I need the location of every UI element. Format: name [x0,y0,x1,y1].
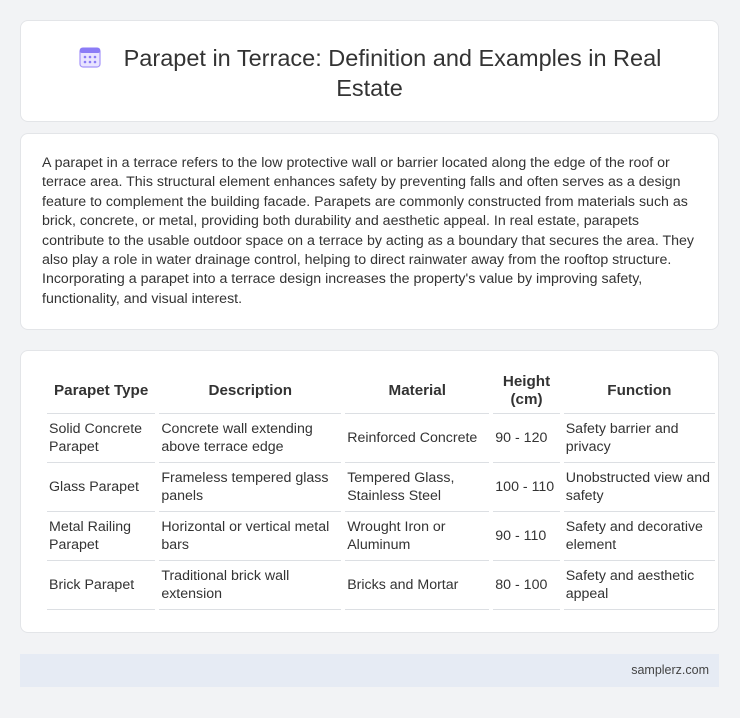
cell-parapet-type: Brick Parapet [47,561,156,610]
cell-description: Frameless tempered glass panels [159,463,342,512]
header-height: Height (cm) [493,368,560,414]
header-description: Description [159,368,342,414]
cell-description: Concrete wall extending above terrace ed… [159,414,342,463]
header-parapet-type: Parapet Type [47,368,156,414]
cell-height: 100 - 110 [493,463,560,512]
cell-parapet-type: Glass Parapet [47,463,156,512]
cell-function: Safety and aesthetic appeal [563,561,715,610]
parapet-table: Parapet Type Description Material Height… [43,368,719,610]
header-material: Material [345,368,490,414]
footer-site-link[interactable]: samplerz.com [631,663,709,677]
title-card: Parapet in Terrace: Definition and Examp… [20,20,719,122]
page-title: Parapet in Terrace: Definition and Examp… [123,45,662,101]
cell-function: Unobstructed view and safety [563,463,715,512]
table-row: Solid Concrete Parapet Concrete wall ext… [47,414,715,463]
cell-material: Wrought Iron or Aluminum [345,512,490,561]
cell-height: 90 - 110 [493,512,560,561]
table-row: Glass Parapet Frameless tempered glass p… [47,463,715,512]
header-function: Function [563,368,715,414]
table-header-row: Parapet Type Description Material Height… [47,368,715,414]
calendar-icon [79,47,101,68]
cell-function: Safety and decorative element [563,512,715,561]
cell-description: Traditional brick wall extension [159,561,342,610]
description-card: A parapet in a terrace refers to the low… [20,133,719,330]
description-text: A parapet in a terrace refers to the low… [42,155,694,307]
cell-height: 80 - 100 [493,561,560,610]
cell-material: Tempered Glass, Stainless Steel [345,463,490,512]
page-title-wrap: Parapet in Terrace: Definition and Examp… [21,43,718,103]
footer-bar: samplerz.com [20,654,719,687]
table-card: Parapet Type Description Material Height… [20,350,719,633]
cell-material: Reinforced Concrete [345,414,490,463]
table-row: Brick Parapet Traditional brick wall ext… [47,561,715,610]
cell-parapet-type: Solid Concrete Parapet [47,414,156,463]
cell-description: Horizontal or vertical metal bars [159,512,342,561]
cell-function: Safety barrier and privacy [563,414,715,463]
cell-material: Bricks and Mortar [345,561,490,610]
table-row: Metal Railing Parapet Horizontal or vert… [47,512,715,561]
cell-height: 90 - 120 [493,414,560,463]
cell-parapet-type: Metal Railing Parapet [47,512,156,561]
